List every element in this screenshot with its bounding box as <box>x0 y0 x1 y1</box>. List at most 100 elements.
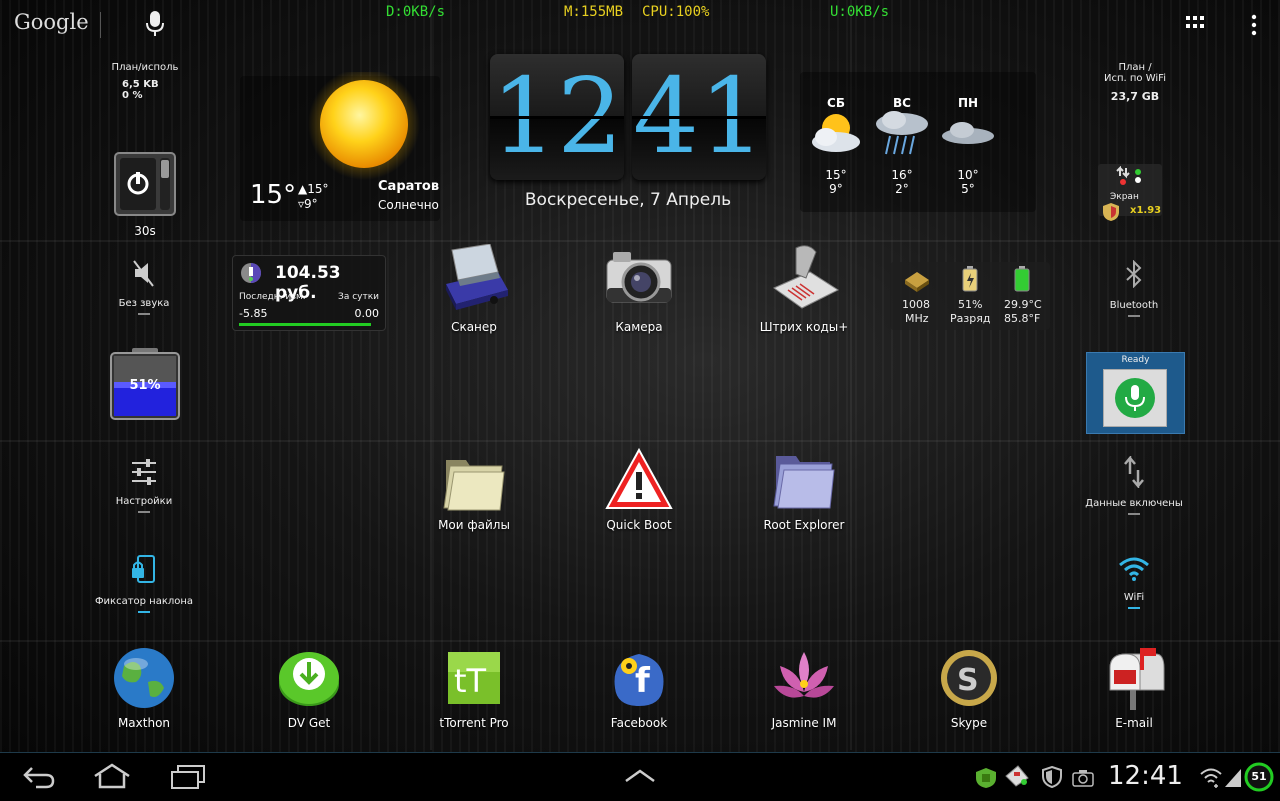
dock-email[interactable]: E-mail <box>1079 644 1189 730</box>
app-root-explorer[interactable]: Root Explorer <box>749 446 859 532</box>
settings-shortcut[interactable]: Настройки <box>94 458 194 513</box>
svg-text:f: f <box>635 661 651 701</box>
mobile-data-toggle[interactable]: Данные включены <box>1080 454 1188 515</box>
voice-search-button[interactable] <box>144 10 166 42</box>
data-traffic-icon <box>1116 166 1141 185</box>
thermometer-battery-icon <box>1014 266 1030 292</box>
screen-widget[interactable]: Экран x1.93 <box>1098 164 1162 221</box>
security-app-icon <box>976 768 996 788</box>
battery-charging-icon <box>962 266 978 292</box>
screen-timeout-label: 30s <box>134 224 156 238</box>
app-label: Сканер <box>451 320 497 334</box>
skype-icon: S <box>941 650 997 706</box>
temperature-high: ▲15° <box>298 182 329 196</box>
shield-icon <box>1042 766 1062 788</box>
recent-apps-icon <box>171 765 205 789</box>
memory-usage: M:155MB <box>564 4 624 20</box>
screen-timeout-toggle[interactable]: 30s <box>114 152 176 238</box>
rain-cloud-icon <box>876 111 928 155</box>
back-icon <box>23 767 55 789</box>
app-barcodes[interactable]: Штрих коды+ <box>749 244 859 334</box>
cpu-frequency: 1008 <box>902 298 930 311</box>
recent-apps-button[interactable] <box>170 764 206 794</box>
app-label: tTorrent Pro <box>439 716 509 730</box>
dock-facebook[interactable]: f Facebook <box>584 644 694 730</box>
last-change-label: Последн. изм. <box>239 292 306 302</box>
temperature-celsius: 29.9°C <box>1004 298 1042 311</box>
dock-dv-get[interactable]: DV Get <box>254 644 364 730</box>
system-info-widget[interactable]: 1008 MHz 51% Разряд 29.9°C 85.8°F <box>890 262 1050 330</box>
folder-icon <box>773 456 835 509</box>
app-label: DV Get <box>287 716 331 730</box>
settings-label: Настройки <box>115 496 173 507</box>
app-label: Maxthon <box>117 716 171 730</box>
more-vertical-icon <box>1251 14 1257 36</box>
app-drawer-button[interactable] <box>1186 16 1206 36</box>
rotation-lock-toggle[interactable]: Фиксатор наклона <box>90 554 198 613</box>
voice-mic-button[interactable] <box>1103 369 1167 427</box>
upload-speed: U:0KB/s <box>830 4 890 20</box>
folder-icon <box>443 460 505 511</box>
voice-command-widget[interactable]: Ready <box>1086 352 1185 434</box>
clock-hours[interactable]: 12 <box>490 54 624 180</box>
warning-icon <box>605 447 673 509</box>
svg-text:tT: tT <box>454 662 487 700</box>
weather-city: Саратов <box>378 179 440 194</box>
download-icon <box>279 652 339 706</box>
shield-sword-icon <box>1103 203 1119 221</box>
mobile-data-label: Данные включены <box>1085 498 1183 509</box>
bluetooth-toggle[interactable]: Bluetooth <box>1094 259 1174 317</box>
bluetooth-indicator <box>1128 315 1140 317</box>
day-change-label: За сутки <box>338 292 379 302</box>
forecast-low: 2° <box>895 182 909 196</box>
home-button[interactable] <box>92 762 132 794</box>
mute-icon <box>133 260 154 287</box>
sun-icon <box>300 68 430 186</box>
currency-widget[interactable]: 104.53 руб. Последн. изм. За сутки -5.85… <box>232 255 386 331</box>
forecast-day-name: ВС <box>893 96 911 110</box>
wifi-toggle[interactable]: WiFi <box>1094 556 1174 609</box>
forecast-day-3: ПН 10° 5° <box>938 96 998 196</box>
battery-widget[interactable]: 51% <box>110 348 180 424</box>
wifi-plan-widget[interactable]: План / Исп. по WiFi 23,7 GB <box>1090 62 1180 103</box>
battery-badge-value: 51 <box>1251 770 1267 783</box>
app-label: Штрих коды+ <box>759 320 849 334</box>
google-search-button[interactable]: Google <box>14 10 89 34</box>
data-plan-widget[interactable]: План/исполь 6,5 KB 0 % <box>100 62 190 101</box>
forecast-low: 9° <box>829 182 843 196</box>
cell-signal-icon <box>1225 769 1241 787</box>
dock-maxthon[interactable]: Maxthon <box>89 644 199 730</box>
dock-jasmine-im[interactable]: Jasmine IM <box>749 644 859 730</box>
barcode-scanner-icon <box>772 245 840 309</box>
app-camera[interactable]: Камера <box>584 244 694 334</box>
temperature-fahrenheit: 85.8°F <box>1004 312 1041 325</box>
globe-icon <box>114 648 174 708</box>
forecast-day-name: ПН <box>957 96 979 110</box>
wifi-plan-subtitle: Исп. по WiFi <box>1104 73 1166 84</box>
wifi-plan-title: План / <box>1118 62 1152 73</box>
dock-ttorrent-pro[interactable]: tT tTorrent Pro <box>419 644 529 730</box>
dock-skype[interactable]: S Skype <box>914 644 1024 730</box>
wifi-label: WiFi <box>1123 592 1145 603</box>
forecast-day-name: СБ <box>827 96 845 110</box>
app-label: Skype <box>950 716 988 730</box>
app-quick-boot[interactable]: Quick Boot <box>584 446 694 532</box>
bluetooth-label: Bluetooth <box>1109 300 1159 311</box>
app-drawer-handle[interactable] <box>624 768 656 787</box>
wifi-icon <box>1119 557 1149 581</box>
cpu-usage: CPU:100% <box>642 4 710 20</box>
overflow-menu-button[interactable] <box>1250 14 1258 40</box>
camera-icon <box>606 252 672 303</box>
app-my-files[interactable]: Мои файлы <box>419 446 529 532</box>
mute-toggle[interactable]: Без звука <box>94 258 194 315</box>
app-scanner[interactable]: Сканер <box>419 244 529 334</box>
scanner-icon <box>446 244 508 310</box>
notification-area[interactable]: 12:41 51 <box>972 760 1278 794</box>
clock-minutes[interactable]: 41 <box>632 54 766 180</box>
home-icon <box>94 763 130 789</box>
forecast-day-2: ВС 16° 2° <box>872 96 932 196</box>
app-label: Facebook <box>610 716 668 730</box>
current-temperature: 15° <box>250 180 297 210</box>
back-button[interactable] <box>22 764 56 794</box>
ttorrent-icon: tT <box>448 652 500 704</box>
